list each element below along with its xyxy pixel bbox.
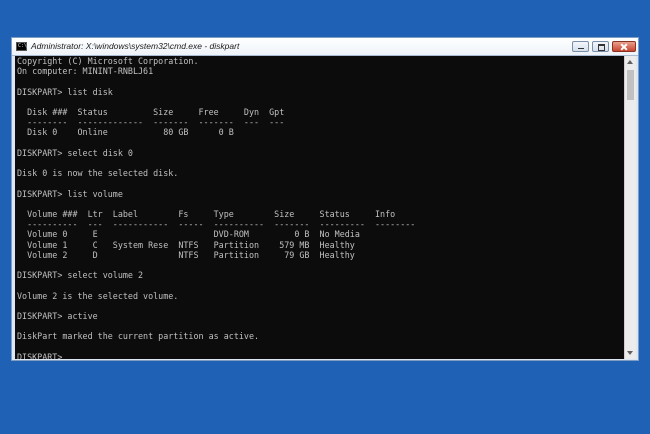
console-line: Volume 2 D NTFS Partition 79 GB Healthy [17, 249, 355, 260]
cmd-icon: C:\ [16, 42, 28, 51]
console-line: Volume 0 E DVD-ROM 0 B No Media [17, 229, 360, 240]
console-line: Disk 0 Online 80 GB 0 B [17, 127, 234, 138]
console-line: DISKPART> list volume [17, 188, 123, 199]
console-output: Copyright (C) Microsoft Corporation. On c… [15, 56, 624, 359]
scroll-down-arrow-icon[interactable] [627, 351, 633, 355]
console-line: DISKPART> list disk [17, 86, 113, 97]
console-line: ---------- --- ----------- ----- -------… [17, 219, 416, 230]
console-line: Disk ### Status Size Free Dyn Gpt [17, 107, 285, 118]
minimize-button[interactable] [572, 41, 589, 52]
console-line: Volume 1 C System Rese NTFS Partition 57… [17, 239, 355, 250]
cmd-window: C:\ Administrator: X:\windows\system32\c… [11, 37, 639, 361]
console-line: Disk 0 is now the selected disk. [17, 168, 179, 179]
console-line: -------- ------------- ------- ------- -… [17, 117, 285, 128]
scroll-up-arrow-icon[interactable] [627, 60, 633, 64]
console-line: Copyright (C) Microsoft Corporation. [17, 56, 199, 66]
console-line: DiskPart marked the current partition as… [17, 331, 260, 342]
close-button[interactable] [612, 41, 636, 52]
console-area[interactable]: Copyright (C) Microsoft Corporation. On c… [15, 56, 624, 359]
console-line: DISKPART> [17, 351, 68, 359]
window-title: Administrator: X:\windows\system32\cmd.e… [31, 41, 240, 51]
maximize-button[interactable] [592, 41, 609, 52]
console-line: Volume ### Ltr Label Fs Type Size Status… [17, 209, 396, 220]
console-line: Volume 2 is the selected volume. [17, 290, 179, 301]
console-line: DISKPART> select volume 2 [17, 270, 144, 281]
title-bar[interactable]: C:\ Administrator: X:\windows\system32\c… [12, 38, 638, 56]
console-line: On computer: MININT-RNBLJ61 [17, 66, 154, 77]
vertical-scrollbar[interactable] [624, 56, 636, 359]
console-line: DISKPART> active [17, 311, 98, 322]
scrollbar-thumb[interactable] [627, 70, 634, 100]
console-line: DISKPART> select disk 0 [17, 147, 133, 158]
